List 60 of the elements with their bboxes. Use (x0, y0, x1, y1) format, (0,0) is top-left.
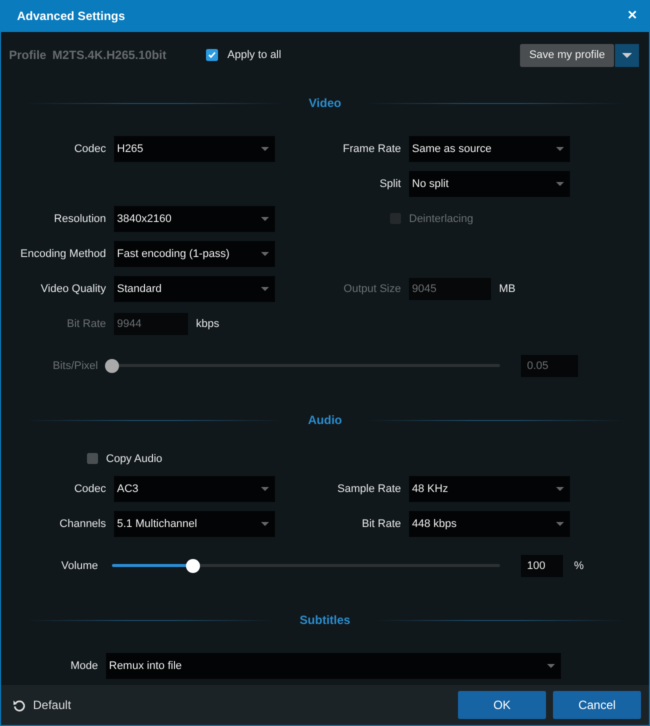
field-label: Split (378, 178, 401, 190)
checkbox-label: Copy Audio (106, 452, 162, 464)
reset-icon (13, 698, 26, 712)
field-label: Channels (58, 518, 106, 530)
dropdown[interactable]: No split (409, 170, 570, 196)
field-label: Resolution (53, 212, 106, 224)
dropdown-button[interactable] (615, 44, 639, 66)
section-heading: Audio (307, 413, 343, 427)
field-label: Sample Rate (336, 482, 401, 494)
checkbox[interactable] (206, 49, 218, 61)
dropdown[interactable]: 448 kbps (409, 510, 570, 536)
checkbox[interactable] (87, 453, 98, 464)
caret-icon (556, 486, 564, 490)
caret-icon (547, 664, 555, 668)
field-label: Bit Rate (66, 318, 106, 330)
field-label: Bit Rate (360, 518, 401, 530)
dropdown[interactable]: 5.1 Multichannel (114, 510, 275, 536)
caret-icon (556, 182, 564, 186)
cancel-button[interactable]: Cancel (553, 691, 641, 719)
default-button[interactable]: Default (13, 698, 72, 712)
section-heading: Subtitles (298, 613, 352, 627)
caret-icon (556, 146, 564, 150)
dropdown[interactable]: AC3 (114, 476, 275, 502)
caret-icon (261, 252, 269, 256)
field-label: Frame Rate (342, 142, 401, 154)
profile-name: M2TS.4K.H265.10bit (52, 48, 166, 62)
dropdown[interactable]: 48 KHz (409, 476, 570, 502)
caret-icon (556, 522, 564, 526)
dropdown[interactable]: Fast encoding (1-pass) (114, 240, 275, 266)
field-label: Video Quality (40, 282, 106, 294)
caret-icon (261, 486, 269, 490)
unit-label: MB (499, 282, 516, 294)
field-label: Codec (73, 482, 106, 494)
field-label: Codec (73, 142, 106, 154)
caret-icon (261, 216, 269, 220)
checkbox-label: Apply to all (227, 49, 282, 61)
field-label: Volume (60, 560, 98, 572)
value-field[interactable]: 100 (521, 554, 563, 576)
checkbox-label: Deinterlacing (409, 212, 474, 224)
dropdown[interactable]: Standard (114, 276, 275, 302)
profile-label: Profile (9, 48, 46, 62)
save-profile-button[interactable]: Save my profile (520, 44, 614, 66)
dropdown[interactable]: Same as source (409, 136, 570, 162)
window-title: Advanced Settings (17, 9, 126, 23)
close-button[interactable]: × (624, 7, 641, 25)
section-heading: Video (308, 96, 342, 110)
caret-icon (261, 146, 269, 150)
unit-label: kbps (196, 318, 220, 330)
dropdown[interactable]: H265 (114, 136, 275, 162)
field-label: Bits/Pixel (52, 360, 98, 372)
ok-button[interactable]: OK (458, 691, 546, 719)
field-label: Output Size (342, 282, 401, 294)
unit-label: % (574, 560, 584, 572)
dropdown[interactable]: 3840x2160 (114, 206, 275, 232)
caret-icon (622, 52, 632, 58)
caret-icon (261, 286, 269, 290)
field-label: Mode (69, 660, 98, 672)
dropdown[interactable]: Remux into file (106, 652, 561, 678)
field-label: Encoding Method (19, 248, 106, 260)
caret-icon (261, 522, 269, 526)
